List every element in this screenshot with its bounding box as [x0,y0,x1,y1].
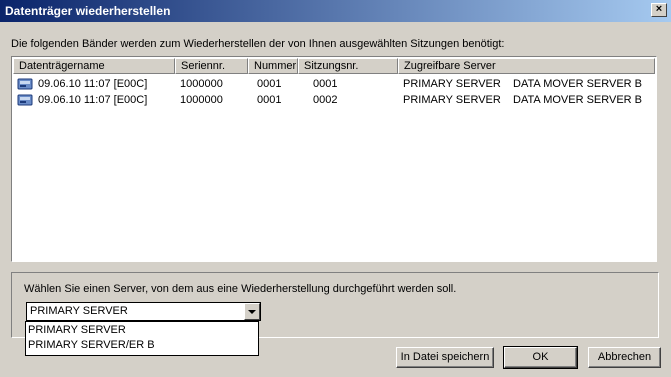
ok-button[interactable]: OK [503,346,578,369]
restore-media-dialog: Datenträger wiederherstellen × Die folge… [0,0,671,377]
column-header-serial[interactable]: Seriennr. [175,58,248,74]
dropdown-option[interactable]: PRIMARY SERVER/ER B [28,338,155,353]
cancel-button[interactable]: Abbrechen [588,347,661,368]
cell-session: 0001 [313,78,338,90]
cell-number: 0001 [257,78,282,90]
save-to-file-button[interactable]: In Datei speichern [396,347,494,368]
cell-number: 0001 [257,94,282,106]
cell-servers: PRIMARY SERVER DATA MOVER SERVER B [403,78,643,90]
server-select-label: Wählen Sie einen Server, von dem aus ein… [24,283,457,295]
server-select-value: PRIMARY SERVER [30,305,128,317]
window-title: Datenträger wiederherstellen [5,4,171,18]
table-row[interactable]: 09.06.10 11:07 [E00C] 1000000 0001 0001 … [13,77,655,92]
list-header: Datenträgername Seriennr. Nummer Sitzung… [13,58,655,74]
table-row[interactable]: 09.06.10 11:07 [E00C] 1000000 0001 0002 … [13,93,655,108]
instruction-text: Die folgenden Bänder werden zum Wiederhe… [11,38,505,50]
server-dropdown-list[interactable]: PRIMARY SERVER PRIMARY SERVER/ER B [25,321,259,356]
tape-list[interactable]: Datenträgername Seriennr. Nummer Sitzung… [11,56,657,262]
dropdown-button[interactable] [244,303,260,320]
column-header-session[interactable]: Sitzungsnr. [298,58,398,74]
tape-drive-icon [17,78,33,90]
cell-session: 0002 [313,94,338,106]
column-header-number[interactable]: Nummer [248,58,298,74]
close-icon: × [655,3,663,15]
server-select[interactable]: PRIMARY SERVER [26,302,261,321]
cell-media-name: 09.06.10 11:07 [E00C] [38,94,148,106]
chevron-down-icon [248,310,256,314]
cell-serial: 1000000 [180,78,223,90]
close-button[interactable]: × [651,3,667,17]
cell-media-name: 09.06.10 11:07 [E00C] [38,78,148,90]
cell-servers: PRIMARY SERVER DATA MOVER SERVER B [403,94,643,106]
column-header-media-name[interactable]: Datenträgername [13,58,175,74]
tape-drive-icon [17,94,33,106]
dropdown-option[interactable]: PRIMARY SERVER [28,323,126,338]
column-header-servers[interactable]: Zugreifbare Server [398,58,655,74]
title-bar[interactable]: Datenträger wiederherstellen × [0,0,671,22]
cell-serial: 1000000 [180,94,223,106]
